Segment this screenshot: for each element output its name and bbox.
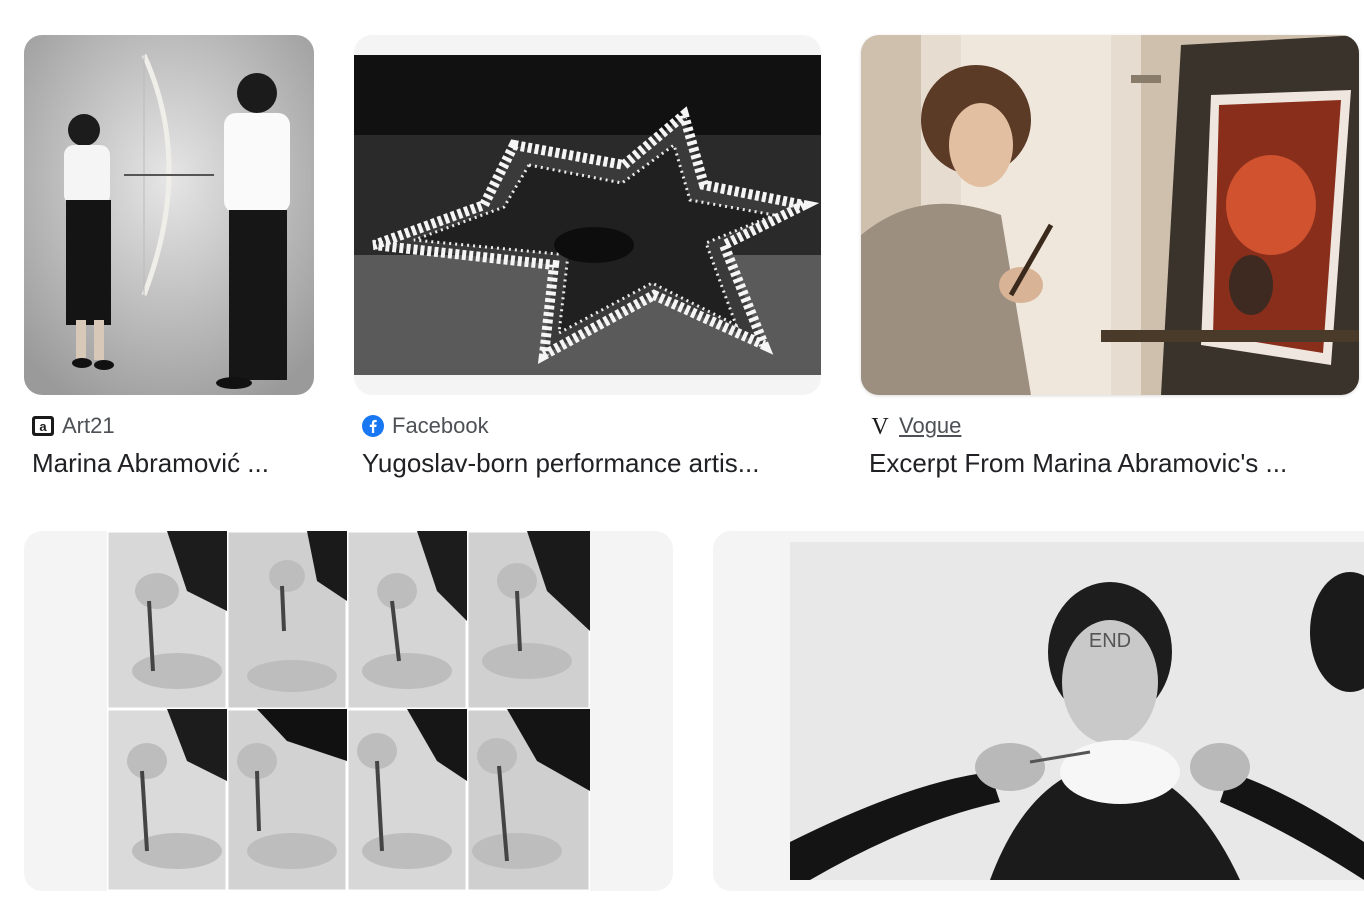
- result-image: [24, 35, 314, 395]
- result-image: [354, 55, 821, 375]
- result-thumbnail[interactable]: [24, 35, 314, 395]
- image-results-grid: a Art21 Marina Abramović ... Facebook Yu…: [0, 0, 1364, 904]
- svg-text:a: a: [39, 419, 47, 434]
- vogue-icon: V: [869, 415, 891, 437]
- result-thumbnail[interactable]: [24, 531, 673, 891]
- result-image: [107, 531, 590, 891]
- image-result-card[interactable]: V Vogue Excerpt From Marina Abramovic's …: [861, 35, 1361, 485]
- image-result-card[interactable]: [24, 531, 674, 891]
- result-source: V Vogue: [869, 413, 961, 439]
- image-result-card[interactable]: Facebook Yugoslav-born performance artis…: [354, 35, 829, 485]
- art21-icon: a: [32, 415, 54, 437]
- result-thumbnail[interactable]: END: [713, 531, 1364, 891]
- result-source: a Art21: [32, 413, 115, 439]
- facebook-icon: [362, 415, 384, 437]
- result-source: Facebook: [362, 413, 489, 439]
- result-title[interactable]: Yugoslav-born performance artis...: [362, 448, 817, 479]
- source-name[interactable]: Vogue: [899, 413, 961, 439]
- result-thumbnail[interactable]: [861, 35, 1359, 395]
- result-image: END: [790, 542, 1364, 880]
- svg-text:V: V: [871, 415, 889, 437]
- source-name: Facebook: [392, 413, 489, 438]
- image-result-card[interactable]: END: [713, 531, 1364, 891]
- result-image: [861, 35, 1359, 395]
- source-name: Art21: [62, 413, 115, 438]
- image-result-card[interactable]: a Art21 Marina Abramović ...: [24, 35, 324, 485]
- result-thumbnail[interactable]: [354, 35, 821, 395]
- result-title[interactable]: Marina Abramović ...: [32, 448, 332, 479]
- result-title[interactable]: Excerpt From Marina Abramovic's ...: [869, 448, 1339, 479]
- svg-text:END: END: [1089, 630, 1131, 652]
